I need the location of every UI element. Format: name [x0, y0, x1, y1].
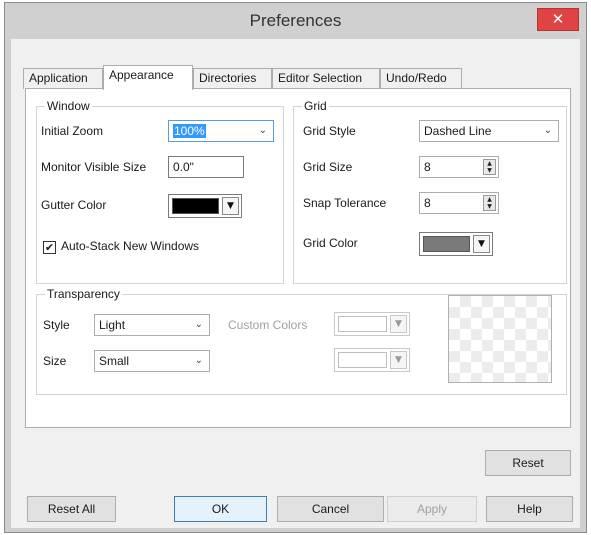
- auto-stack-label: Auto-Stack New Windows: [61, 239, 200, 253]
- snap-tolerance-value: 8: [424, 196, 431, 210]
- dropdown-arrow-icon[interactable]: ▼: [390, 315, 407, 333]
- apply-button[interactable]: Apply: [387, 496, 477, 522]
- tab-application[interactable]: Application: [23, 68, 103, 89]
- cancel-button[interactable]: Cancel: [277, 496, 384, 522]
- grid-group-legend: Grid: [304, 99, 327, 113]
- dropdown-arrow-icon[interactable]: ▼: [473, 235, 490, 253]
- ok-button[interactable]: OK: [174, 496, 267, 522]
- spin-up-icon[interactable]: ▲: [484, 160, 495, 167]
- dialog-body: Application Appearance Directories Edito…: [11, 39, 580, 528]
- window-title: Preferences: [249, 11, 342, 30]
- gutter-color-swatch: [172, 198, 219, 214]
- tab-appearance[interactable]: Appearance: [103, 65, 193, 90]
- chevron-down-icon: ⌄: [194, 355, 203, 366]
- chevron-down-icon: ⌄: [543, 125, 552, 136]
- spin-buttons[interactable]: ▲ ▼: [483, 159, 496, 175]
- transparency-style-dropdown[interactable]: Light ⌄: [94, 314, 210, 336]
- window-group-legend: Window: [47, 99, 90, 113]
- tab-editor-selection[interactable]: Editor Selection: [272, 68, 380, 89]
- tab-undo-redo[interactable]: Undo/Redo: [380, 68, 462, 89]
- help-button[interactable]: Help: [486, 496, 573, 522]
- chevron-down-icon: ⌄: [258, 125, 267, 136]
- grid-size-label: Grid Size: [303, 160, 353, 174]
- grid-color-picker[interactable]: ▼: [419, 232, 493, 256]
- transparency-size-value: Small: [99, 354, 130, 368]
- spin-down-icon[interactable]: ▼: [484, 167, 495, 174]
- snap-tolerance-stepper[interactable]: 8 ▲ ▼: [419, 192, 499, 214]
- custom-color-2-swatch: [338, 352, 387, 368]
- gutter-color-picker[interactable]: ▼: [168, 194, 242, 218]
- grid-size-stepper[interactable]: 8 ▲ ▼: [419, 156, 499, 178]
- reset-button[interactable]: Reset: [485, 450, 571, 476]
- grid-size-value: 8: [424, 160, 431, 174]
- auto-stack-checkbox[interactable]: ✔: [43, 241, 56, 254]
- transparency-style-value: Light: [99, 318, 126, 332]
- snap-tolerance-label: Snap Tolerance: [303, 196, 387, 210]
- close-button[interactable]: ✕: [537, 8, 579, 31]
- tab-directories[interactable]: Directories: [193, 68, 272, 89]
- monitor-size-field[interactable]: 0.0": [168, 156, 244, 178]
- monitor-size-label: Monitor Visible Size: [41, 160, 147, 174]
- transparency-preview: [448, 295, 552, 383]
- custom-color-1-picker[interactable]: ▼: [334, 312, 410, 336]
- transparency-size-label: Size: [43, 354, 67, 368]
- reset-all-button[interactable]: Reset All: [27, 496, 116, 522]
- title-bar[interactable]: Preferences ✕: [5, 3, 586, 39]
- grid-color-swatch: [423, 236, 470, 252]
- custom-color-2-picker[interactable]: ▼: [334, 348, 410, 372]
- close-icon: ✕: [551, 10, 565, 28]
- spin-down-icon[interactable]: ▼: [484, 203, 495, 210]
- custom-color-1-swatch: [338, 316, 387, 332]
- transparency-size-dropdown[interactable]: Small ⌄: [94, 350, 210, 372]
- initial-zoom-dropdown[interactable]: 100% ⌄: [168, 120, 274, 142]
- grid-style-value: Dashed Line: [424, 124, 492, 138]
- transparency-group-legend: Transparency: [47, 287, 120, 301]
- grid-style-label: Grid Style: [303, 124, 356, 138]
- dropdown-arrow-icon[interactable]: ▼: [222, 197, 239, 215]
- gutter-color-label: Gutter Color: [41, 198, 107, 212]
- custom-colors-label: Custom Colors: [228, 318, 308, 332]
- chevron-down-icon: ⌄: [194, 319, 203, 330]
- appearance-panel: Window Initial Zoom 100% ⌄ Monitor Visib…: [25, 88, 571, 428]
- grid-style-dropdown[interactable]: Dashed Line ⌄: [419, 120, 559, 142]
- initial-zoom-label: Initial Zoom: [41, 124, 104, 138]
- transparency-style-label: Style: [43, 318, 70, 332]
- initial-zoom-value: 100%: [173, 124, 206, 138]
- grid-color-label: Grid Color: [303, 236, 358, 250]
- spin-buttons[interactable]: ▲ ▼: [483, 195, 496, 211]
- preferences-dialog: Preferences ✕ Application Appearance Dir…: [4, 2, 587, 533]
- spin-up-icon[interactable]: ▲: [484, 196, 495, 203]
- checkmark-icon: ✔: [44, 241, 55, 254]
- dropdown-arrow-icon[interactable]: ▼: [390, 351, 407, 369]
